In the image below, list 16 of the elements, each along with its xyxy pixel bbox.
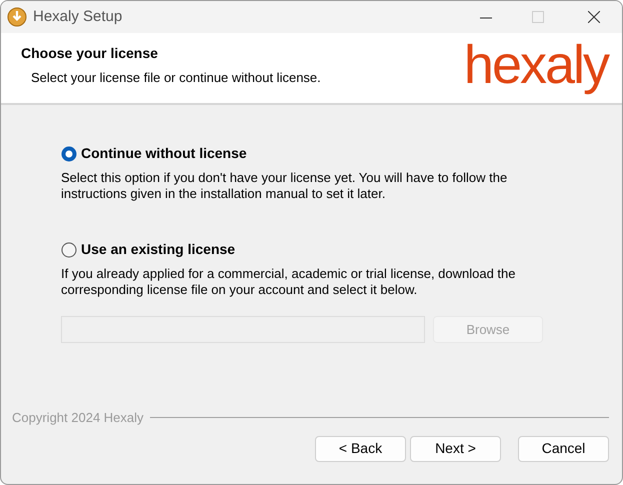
dialog-button[interactable]: Cancel (518, 436, 609, 462)
page-title: Choose your license (21, 44, 159, 63)
radio-button[interactable] (61, 146, 77, 162)
option-label[interactable]: Continue without license (81, 143, 247, 164)
option-label[interactable]: Use an existing license (81, 239, 236, 260)
page-subtitle: Select your license file or continue without license. (31, 69, 321, 87)
option-description: If you already applied for a commercial, academic or trial license, download the corresponding license file on your account and select it below. (61, 266, 517, 298)
logo: hexaly (464, 34, 608, 97)
dialog-button[interactable]: Next > (410, 436, 501, 462)
download-icon (7, 7, 27, 27)
close-icon[interactable] (588, 10, 600, 22)
copyright-text: Copyright 2024 Hexaly (12, 409, 144, 427)
window-title: Hexaly Setup (33, 6, 122, 27)
dialog-button[interactable]: < Back (315, 436, 406, 462)
option-description: Select this option if you don't have your license yet. You will have to follow the instructions given in the installation manual to set it later. (61, 170, 508, 202)
radio-button[interactable] (61, 242, 77, 258)
